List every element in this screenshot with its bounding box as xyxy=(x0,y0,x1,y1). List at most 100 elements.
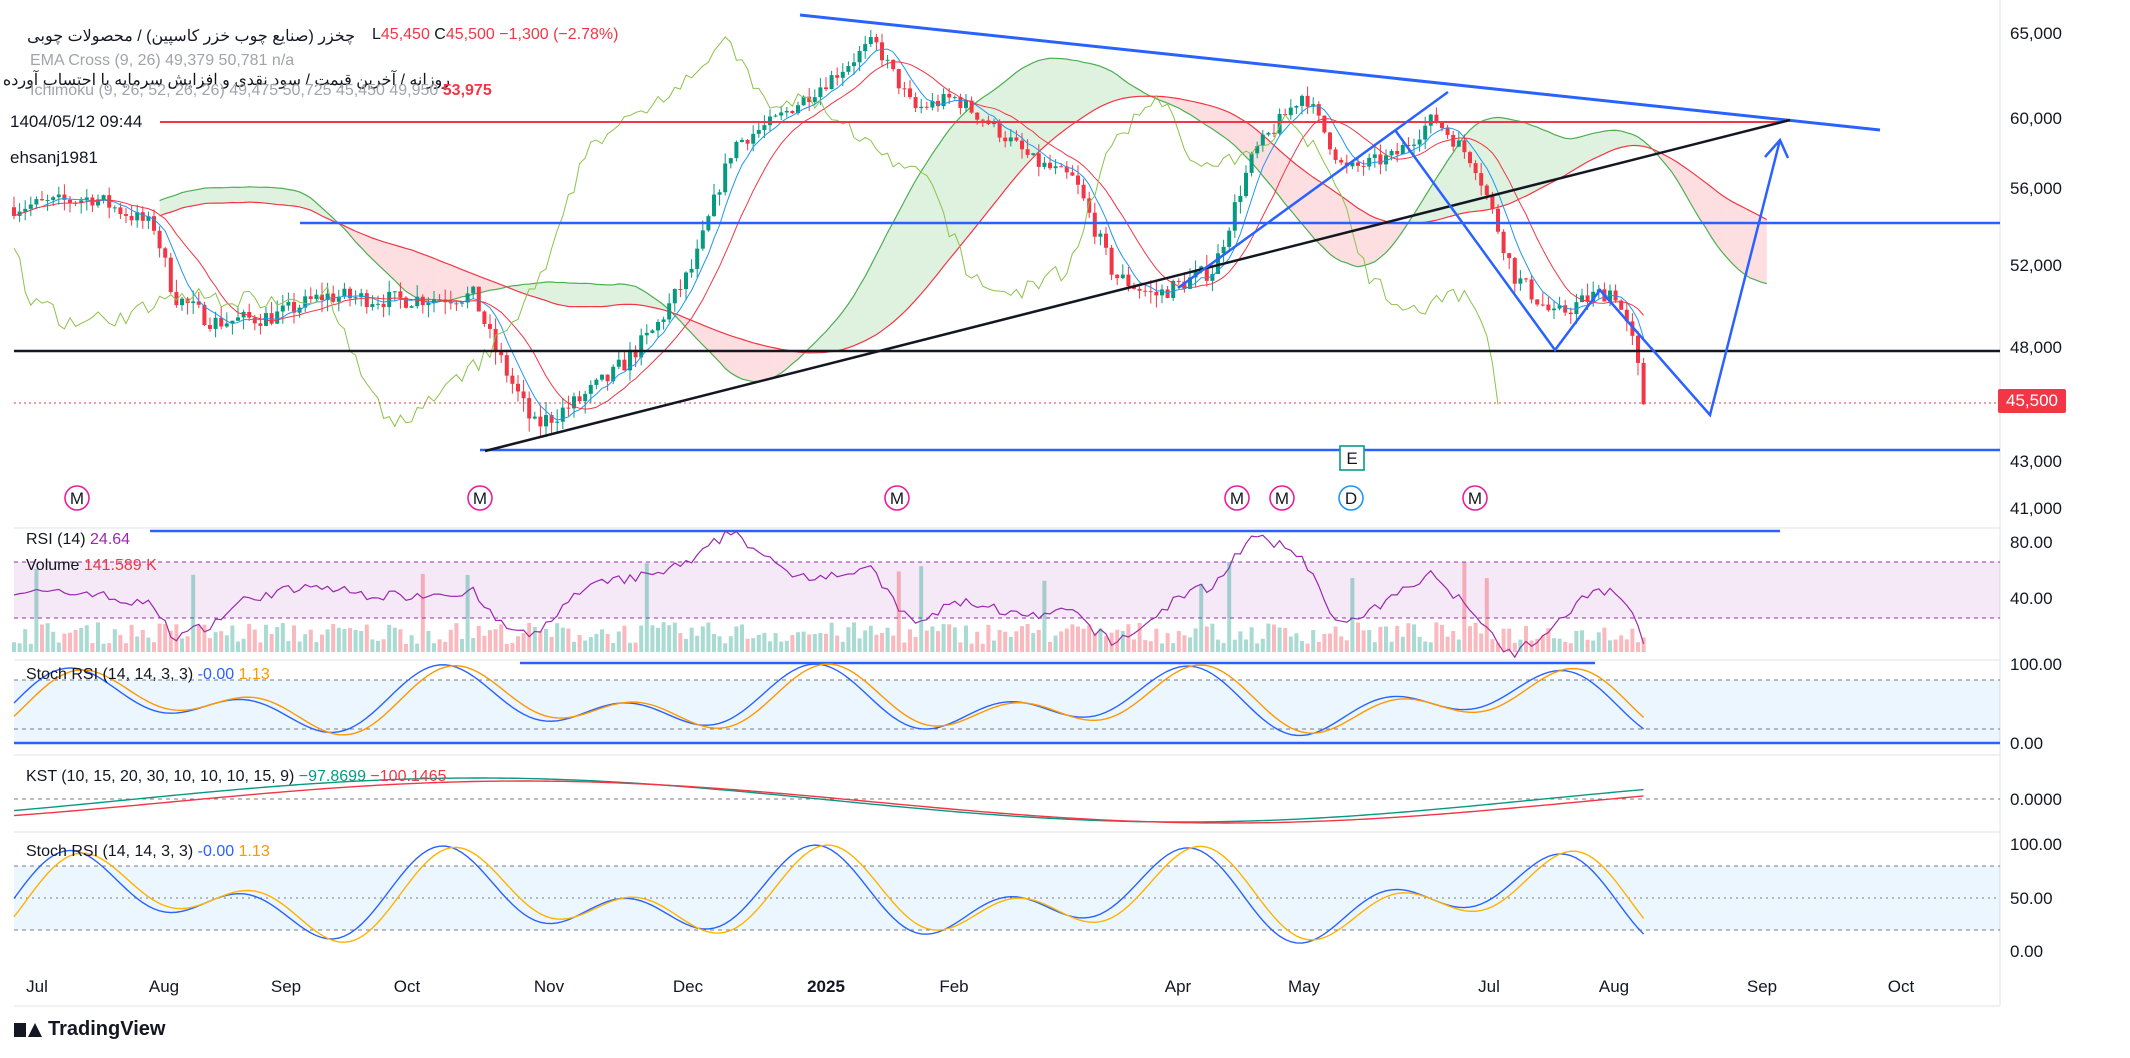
cloud-segment xyxy=(1548,131,1554,185)
volume-bar xyxy=(286,641,291,652)
ichimoku-legend[interactable]: Ichimoku (9, 26, 52, 26, 26) 49,475 50,7… xyxy=(30,82,492,100)
cloud-segment xyxy=(1302,169,1308,231)
rsi-legend[interactable]: RSI (14) 24.64 xyxy=(26,531,130,549)
low-label: L xyxy=(372,26,381,43)
cloud-segment xyxy=(165,196,171,214)
cloud-segment xyxy=(1722,195,1728,259)
cloud-segment xyxy=(411,249,418,299)
candle-body xyxy=(1003,137,1008,142)
trendline-descending xyxy=(799,13,1881,132)
volume-bar xyxy=(1014,631,1019,652)
candle-body xyxy=(376,303,380,305)
volume-bar xyxy=(258,642,263,652)
candle-body xyxy=(1496,208,1500,232)
candle-body xyxy=(1440,122,1444,129)
candle-body xyxy=(1479,173,1484,186)
volume-bar xyxy=(1552,638,1556,652)
candle-body xyxy=(1451,134,1456,147)
cloud-segment xyxy=(859,276,866,344)
volume-bar xyxy=(941,624,946,652)
candle-body xyxy=(908,88,912,98)
cloud-segment xyxy=(949,123,955,260)
symbol-title: چخزر (صنایع چوب خزر کاسپین) / محصولات چو… xyxy=(27,28,355,45)
candle-body xyxy=(1636,335,1640,363)
candle-body xyxy=(891,59,896,70)
volume-bar xyxy=(1400,636,1405,652)
volume-bar xyxy=(308,629,313,652)
candle-body xyxy=(476,286,481,312)
volume-bar xyxy=(1636,642,1640,652)
kst-legend[interactable]: KST (10, 15, 20, 30, 10, 10, 10, 15, 9) … xyxy=(26,768,447,786)
candle-body xyxy=(118,207,123,215)
ema-legend[interactable]: EMA Cross (9, 26) 49,379 50,781 n/a xyxy=(30,52,294,70)
candle-body xyxy=(1501,231,1506,254)
candle-body xyxy=(1143,290,1148,292)
chart-canvas[interactable]: 80.00 40.00 100.00 0.00 0.0000 100.00 50.00 0.0… xyxy=(0,0,2130,1058)
volume-bar xyxy=(633,642,638,652)
candle-body xyxy=(213,317,218,329)
stoch1-k: -0.00 xyxy=(197,666,235,683)
candle-body xyxy=(398,291,403,298)
volume-bar xyxy=(1143,640,1148,652)
watermark-text: TradingView xyxy=(48,1018,166,1040)
candle-body xyxy=(280,305,285,312)
volume-bar xyxy=(292,625,296,652)
candle-body xyxy=(1272,132,1276,134)
event-marker-label: M xyxy=(473,489,487,508)
cloud-segment xyxy=(215,187,222,204)
candle-body xyxy=(1059,166,1064,168)
time-axis-label: Jul xyxy=(26,977,48,996)
cloud-segment xyxy=(546,282,552,303)
cloud-segment xyxy=(596,284,602,307)
candle-body xyxy=(219,317,224,327)
cloud-segment xyxy=(943,129,950,267)
stoch1-legend[interactable]: Stoch RSI (14, 14, 3, 3) -0.00 1.13 xyxy=(26,666,270,684)
candle-body xyxy=(1115,274,1120,279)
volume-bar xyxy=(611,643,616,652)
candle-body xyxy=(1552,308,1556,311)
cloud-segment xyxy=(590,283,597,307)
volume-bar xyxy=(376,640,380,652)
indicator-panes: 80.00 40.00 100.00 0.00 0.0000 100.00 50.00 0.0… xyxy=(12,529,2062,961)
stoch2-legend[interactable]: Stoch RSI (14, 14, 3, 3) -0.00 1.13 xyxy=(26,843,270,861)
cloud-segment xyxy=(221,187,227,204)
volume-bar xyxy=(639,625,644,652)
candle-body xyxy=(454,303,459,305)
cloud-segment xyxy=(1626,132,1633,147)
volume-bar xyxy=(174,624,179,652)
volume-bar xyxy=(1328,633,1332,652)
cloud-segment xyxy=(1033,60,1039,158)
cloud-segment xyxy=(585,283,591,307)
candle-body xyxy=(1288,107,1293,116)
candle-body xyxy=(387,291,392,308)
cloud-segment xyxy=(271,187,278,205)
stoch2-k: -0.00 xyxy=(197,843,235,860)
volume-bar xyxy=(1372,642,1377,652)
price-axis-label: 43,000 xyxy=(2010,452,2062,471)
volume-bar xyxy=(1350,577,1355,652)
candle-body xyxy=(712,194,716,217)
tradingview-watermark[interactable]: TradingView xyxy=(14,1018,165,1041)
volume-bar xyxy=(219,631,224,652)
volume-legend[interactable]: Volume 141.589 K xyxy=(26,557,157,575)
volume-bar xyxy=(1031,633,1036,652)
volume-bar xyxy=(180,638,184,652)
candle-body xyxy=(790,110,795,114)
candle-body xyxy=(140,212,145,221)
volume-bar xyxy=(919,566,924,652)
candle-body xyxy=(1540,304,1545,306)
volume-bar xyxy=(1479,633,1484,652)
volume-bar xyxy=(185,636,190,652)
volume-bar xyxy=(62,633,67,652)
volume-bar xyxy=(1512,642,1517,652)
stoch2-d: 1.13 xyxy=(238,843,270,860)
volume-bar xyxy=(1316,641,1321,652)
volume-bar xyxy=(1260,638,1265,652)
volume-bar xyxy=(488,630,492,652)
cloud-segment xyxy=(613,283,619,306)
candle-body xyxy=(723,163,728,193)
cloud-segment xyxy=(1010,72,1017,183)
candle-body xyxy=(667,303,672,320)
cloud-segment xyxy=(1604,130,1610,154)
cloud-segment xyxy=(159,198,166,216)
